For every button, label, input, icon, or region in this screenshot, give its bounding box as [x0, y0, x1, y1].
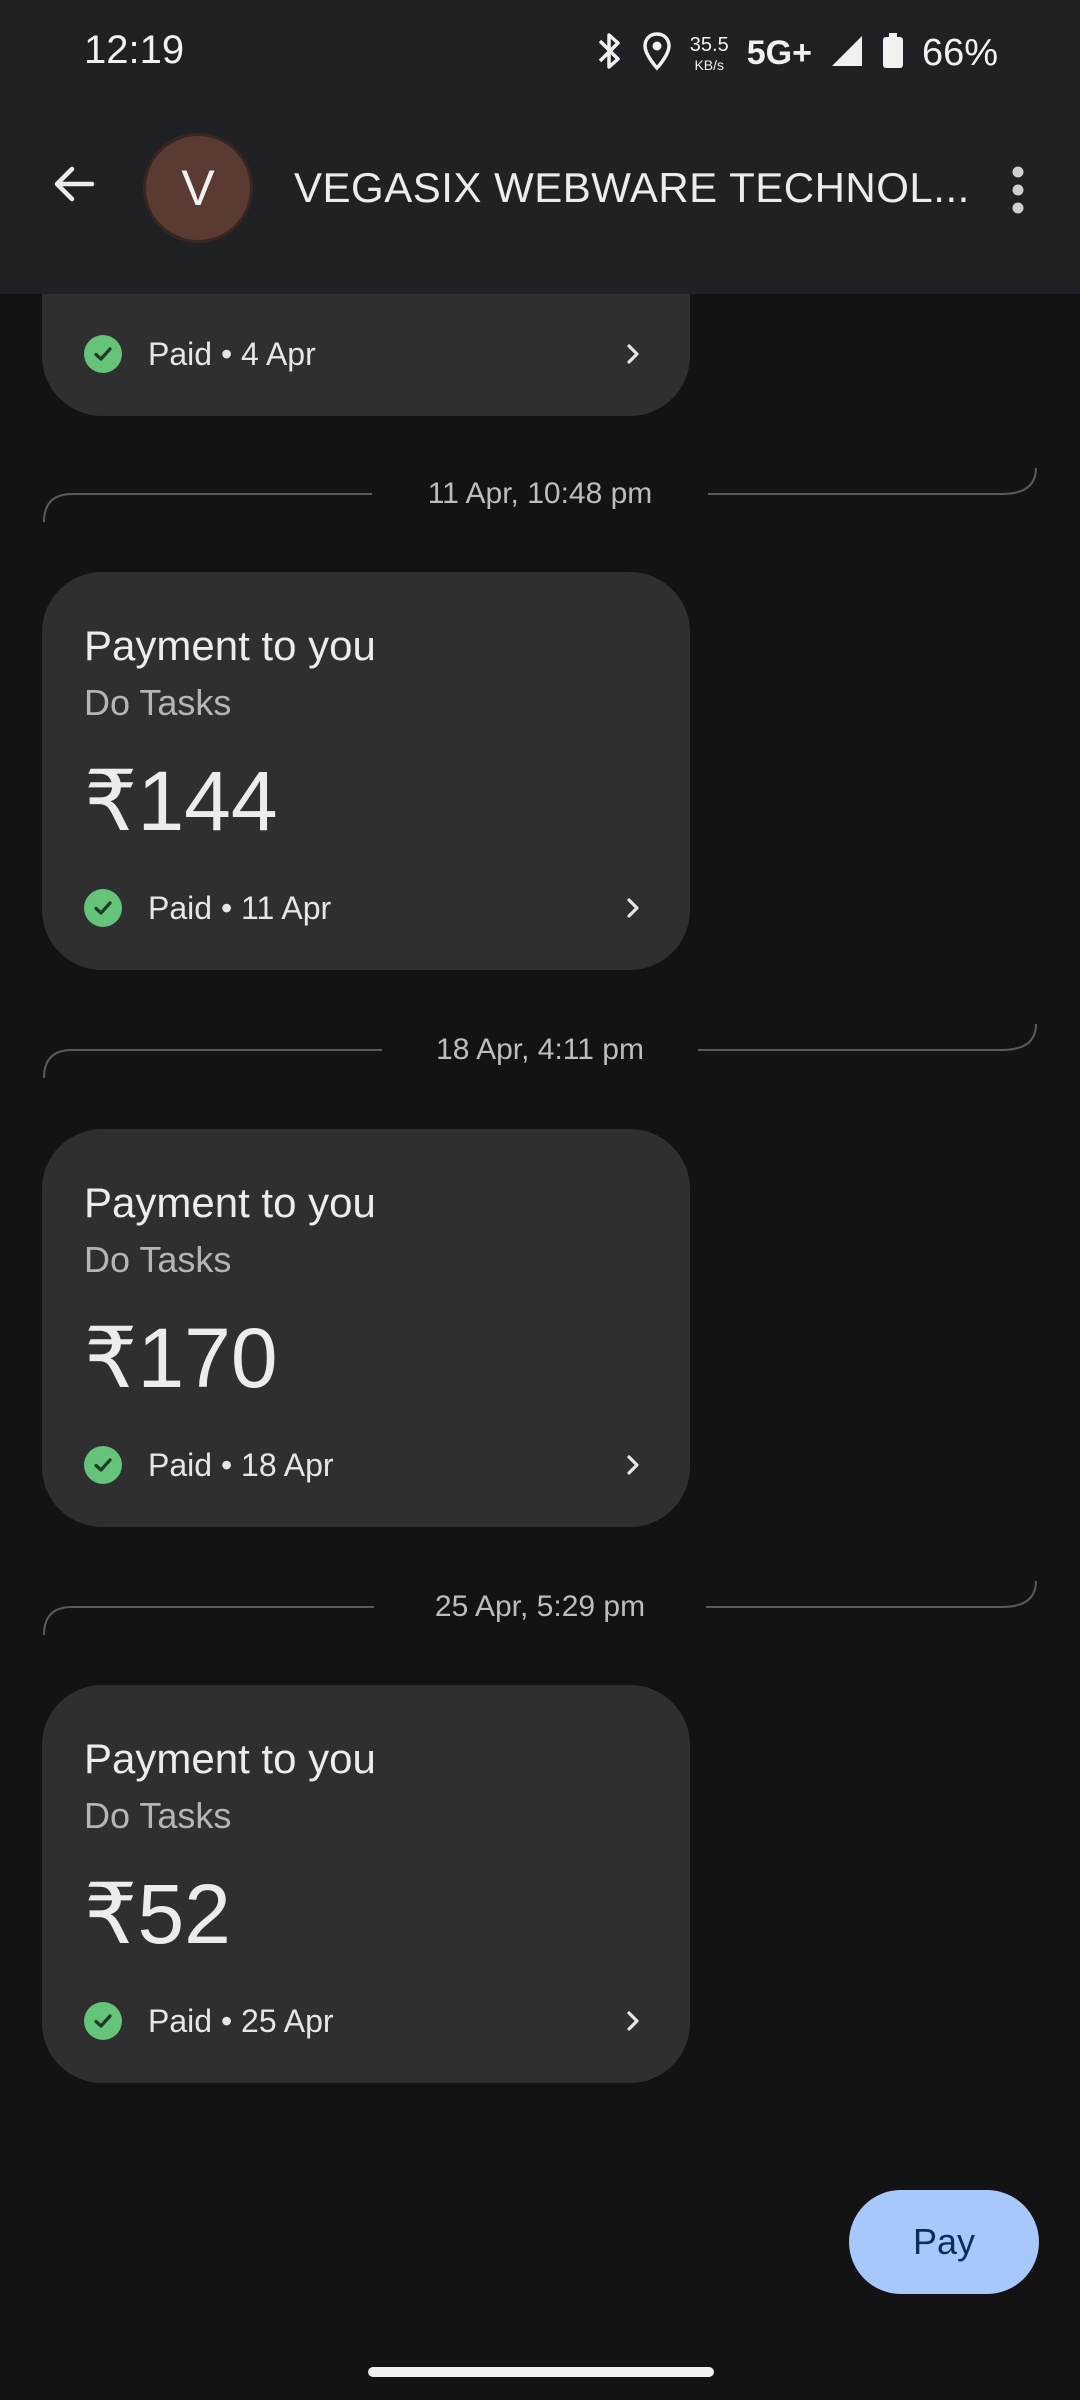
home-indicator[interactable]: [368, 2367, 714, 2377]
payment-title: Payment to you: [84, 622, 376, 669]
check-circle-icon: [84, 889, 122, 927]
location-icon: [642, 31, 672, 76]
chevron-right-icon: [618, 339, 648, 369]
payment-note: Do Tasks: [84, 1795, 232, 1836]
payment-status: Paid • 4 Apr: [148, 335, 316, 372]
payment-status-row[interactable]: Paid • 18 Apr: [84, 1445, 648, 1485]
check-circle-icon: [84, 2002, 122, 2040]
check-circle-icon: [84, 1446, 122, 1484]
message-timestamp: 11 Apr, 10:48 pm: [399, 477, 681, 510]
payment-card[interactable]: Payment to you Do Tasks ₹52 Paid • 25 Ap…: [42, 1685, 690, 2083]
payment-note: Do Tasks: [84, 1239, 232, 1280]
payment-status-row[interactable]: Paid • 25 Apr: [84, 2001, 648, 2041]
payment-status: Paid • 18 Apr: [148, 1446, 334, 1483]
status-icons: 35.5 KB/s 5G+ 66%: [594, 26, 998, 80]
payment-title: Payment to you: [84, 1179, 376, 1226]
payment-status-row[interactable]: Paid • 11 Apr: [84, 888, 648, 928]
more-options-button[interactable]: [994, 160, 1042, 220]
chevron-right-icon: [618, 1450, 648, 1480]
payment-amount: ₹170: [84, 1311, 278, 1405]
payment-status: Paid • 11 Apr: [148, 889, 332, 926]
arrow-back-icon: [54, 166, 95, 202]
date-divider: 11 Apr, 10:48 pm: [42, 464, 1038, 524]
network-speed: 35.5 KB/s: [689, 33, 729, 73]
status-time: 12:19: [84, 28, 185, 72]
pay-button[interactable]: Pay: [849, 2190, 1039, 2294]
check-circle-icon: [84, 335, 122, 373]
payment-title: Payment to you: [84, 1735, 376, 1782]
payment-status-row[interactable]: Paid • 4 Apr: [84, 334, 648, 374]
message-timestamp: 18 Apr, 4:11 pm: [408, 1033, 672, 1066]
battery-icon: [882, 32, 904, 74]
top-app-bar: 12:19 35.5 KB/s 5G+ 66% V VEGASIX WEBWAR…: [0, 0, 1080, 294]
payment-status: Paid • 25 Apr: [148, 2002, 334, 2039]
bluetooth-icon: [594, 31, 624, 76]
payment-card[interactable]: Payment to you Do Tasks ₹170 Paid • 18 A…: [42, 1129, 690, 1527]
back-button[interactable]: [40, 150, 108, 218]
date-divider: 18 Apr, 4:11 pm: [42, 1020, 1038, 1080]
contact-avatar[interactable]: V: [146, 136, 250, 240]
chevron-right-icon: [618, 893, 648, 923]
payment-note: Do Tasks: [84, 682, 232, 723]
date-divider: 25 Apr, 5:29 pm: [42, 1577, 1038, 1637]
message-timestamp: 25 Apr, 5:29 pm: [406, 1590, 674, 1623]
payment-amount: ₹144: [84, 754, 278, 848]
payment-card[interactable]: Payment to you Do Tasks ₹144 Paid • 11 A…: [42, 572, 690, 970]
payment-amount: ₹52: [84, 1867, 231, 1961]
battery-percentage: 66%: [921, 31, 998, 74]
contact-name[interactable]: VEGASIX WEBWARE TECHNOL...: [294, 164, 970, 212]
signal-icon: [830, 34, 864, 73]
chevron-right-icon: [618, 2006, 648, 2036]
network-type: 5G+: [746, 33, 812, 72]
more-vert-icon: [1012, 166, 1024, 214]
